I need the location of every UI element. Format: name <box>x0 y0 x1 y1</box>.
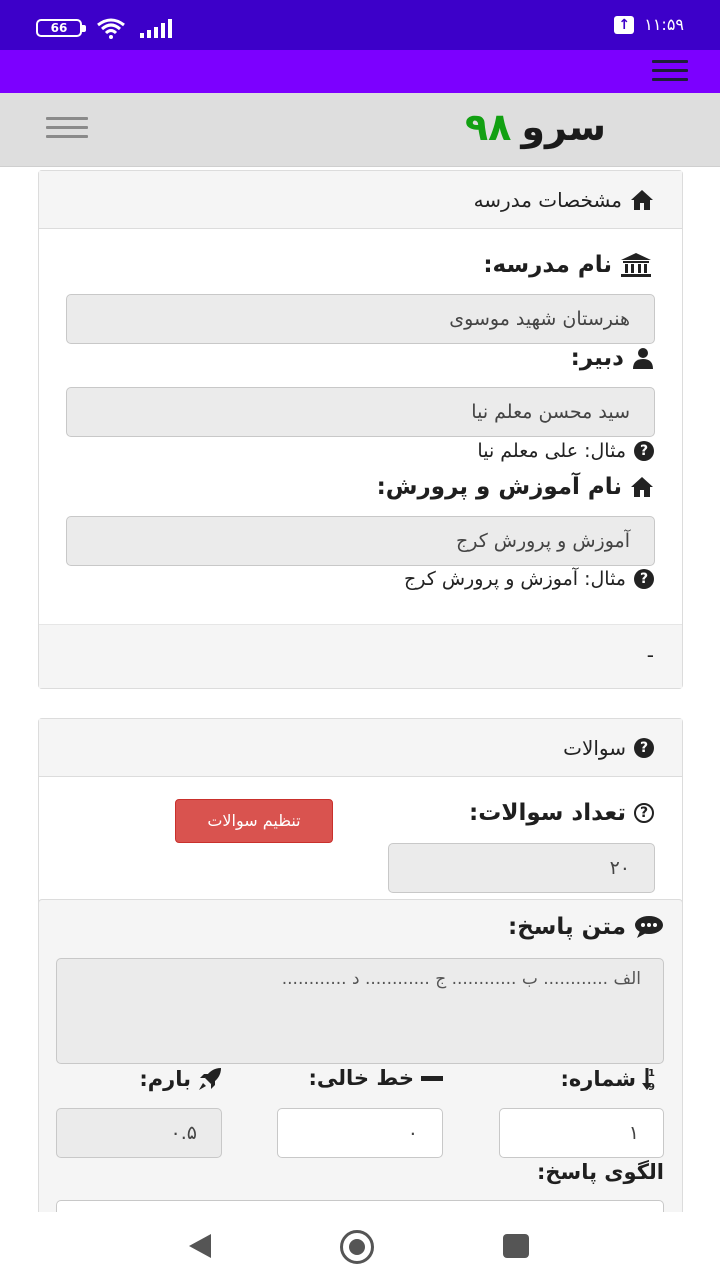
recent-apps-icon[interactable] <box>503 1234 529 1258</box>
teacher-field[interactable]: سید محسن معلم نیا <box>66 387 655 437</box>
answer-pattern-label-text: الگوی پاسخ: <box>537 1160 664 1184</box>
sort-numeric-icon: 19 <box>642 1068 655 1092</box>
number-label: 19 شماره: <box>561 1066 665 1092</box>
education-label-text: نام آموزش و پرورش: <box>376 474 622 500</box>
school-name-label-text: نام مدرسه: <box>483 252 612 278</box>
nav-toggle-icon[interactable] <box>46 117 88 141</box>
home-button-icon[interactable] <box>340 1230 374 1264</box>
blank-line-label-text: خط خالی: <box>308 1066 414 1090</box>
minus-icon <box>421 1076 443 1081</box>
question-circle-icon: ? <box>634 569 654 589</box>
education-label: نام آموزش و پرورش: <box>377 474 654 500</box>
clock: ۱۱:۵۹ <box>644 15 684 34</box>
blank-line-input[interactable]: ۰ <box>277 1108 443 1158</box>
score-label: بارم: <box>139 1066 223 1092</box>
status-time-area: ↑ ۱۱:۵۹ <box>614 15 684 34</box>
education-hint-text: مثال: آموزش و پرورش کرج <box>404 568 626 590</box>
institution-icon <box>621 253 651 277</box>
menu-icon[interactable] <box>652 60 688 82</box>
system-nav-bar <box>0 1212 720 1280</box>
question-circle-icon: ? <box>634 737 654 758</box>
svg-text:1: 1 <box>648 1068 655 1079</box>
education-field[interactable]: آموزش و پرورش کرج <box>66 516 655 566</box>
svg-text:9: 9 <box>648 1082 655 1092</box>
answer-text-label: متن پاسخ: <box>508 914 664 940</box>
teacher-hint: ? مثال: علی معلم نیا <box>477 440 654 462</box>
logo-word: سرو <box>521 105 606 149</box>
site-header: سرو ۹۸ <box>0 93 720 167</box>
school-panel-header: مشخصات مدرسه <box>39 171 682 229</box>
wifi-icon <box>97 18 125 39</box>
school-name-field[interactable]: هنرستان شهید موسوی <box>66 294 655 344</box>
answer-text-label-text: متن پاسخ: <box>508 914 626 940</box>
back-icon[interactable] <box>189 1234 211 1258</box>
question-count-field[interactable]: ۲۰ <box>388 843 655 893</box>
number-label-text: شماره: <box>560 1067 637 1091</box>
teacher-label: دبیر: <box>571 345 654 371</box>
score-label-text: بارم: <box>139 1067 191 1091</box>
upload-icon: ↑ <box>614 15 635 34</box>
battery-level: 66 <box>50 21 68 35</box>
question-count-label: ? تعداد سوالات: <box>469 800 654 826</box>
home-icon <box>631 477 653 497</box>
question-outline-icon: ? <box>634 803 654 823</box>
school-panel-footer: - <box>39 624 682 688</box>
comment-icon <box>635 916 663 938</box>
questions-panel-header: ? سوالات <box>39 719 682 777</box>
school-name-label: نام مدرسه: <box>483 252 652 278</box>
status-bar: 66 ↑ ۱۱:۵۹ <box>0 0 720 50</box>
rocket-icon <box>199 1068 221 1090</box>
battery-icon: 66 <box>36 19 86 37</box>
setup-questions-button[interactable]: تنظیم سوالات <box>175 799 333 843</box>
app-bar <box>0 50 720 93</box>
user-icon <box>633 348 653 369</box>
home-icon <box>631 189 653 210</box>
blank-line-label: خط خالی: <box>309 1066 444 1090</box>
status-icons: 66 <box>36 17 174 39</box>
score-input[interactable]: ۰.۵ <box>56 1108 222 1158</box>
question-count-label-text: تعداد سوالات: <box>469 800 626 826</box>
signal-icon <box>140 19 172 38</box>
teacher-label-text: دبیر: <box>570 345 624 371</box>
school-panel-title: مشخصات مدرسه <box>473 187 622 212</box>
site-logo[interactable]: سرو ۹۸ <box>465 105 606 149</box>
questions-panel-title: سوالات <box>563 735 626 760</box>
teacher-hint-text: مثال: علی معلم نیا <box>477 440 626 462</box>
number-input[interactable]: ۱ <box>499 1108 664 1158</box>
footer-text: - <box>646 643 654 667</box>
logo-number: ۹۸ <box>464 105 512 149</box>
answer-text-area[interactable]: الف ............ ب ............ ج ......… <box>56 958 664 1064</box>
education-hint: ? مثال: آموزش و پرورش کرج <box>404 568 654 590</box>
answer-pattern-label: الگوی پاسخ: <box>537 1160 664 1184</box>
question-circle-icon: ? <box>634 441 654 461</box>
